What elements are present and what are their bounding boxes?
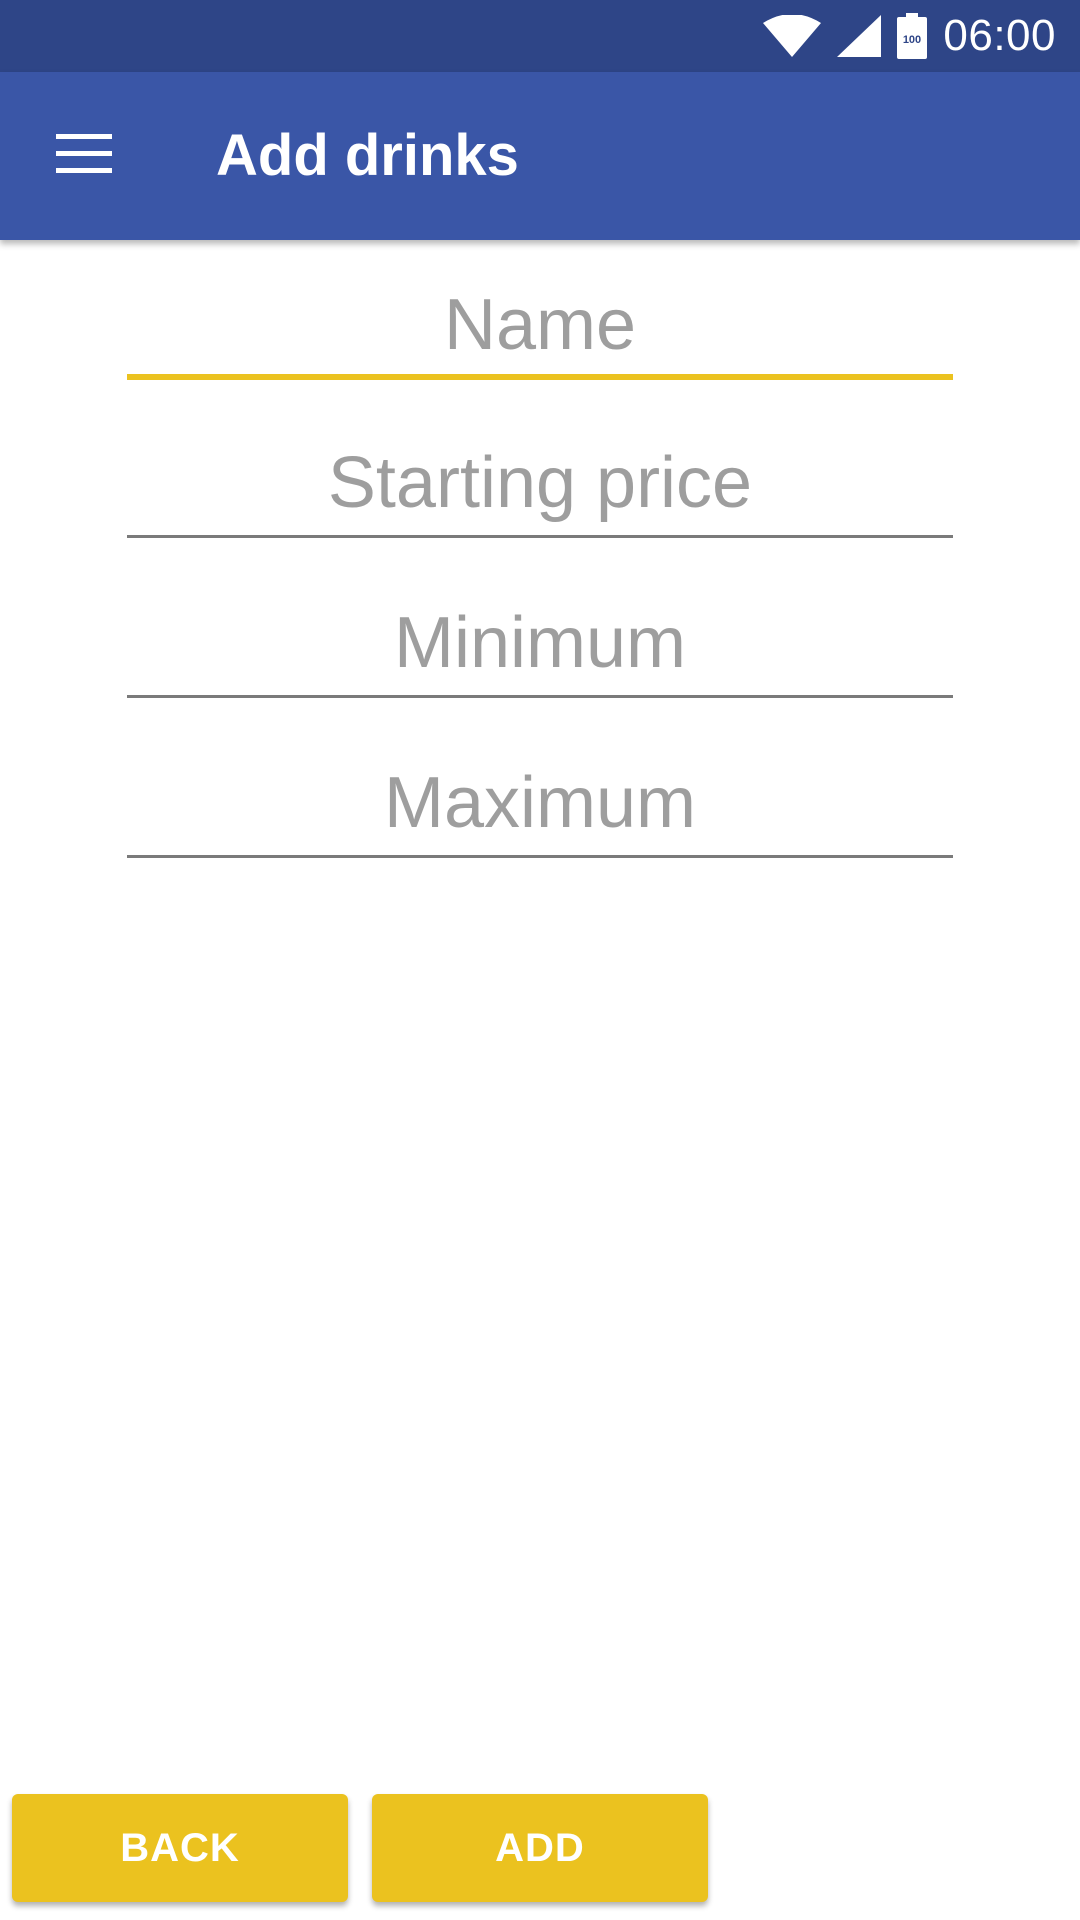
starting-price-input[interactable] (127, 428, 953, 538)
back-button[interactable]: BACK (12, 1794, 348, 1902)
status-icons: 100 06:00 (763, 0, 1056, 72)
name-input[interactable] (127, 270, 953, 380)
name-field (127, 270, 953, 380)
battery-level-text: 100 (903, 34, 921, 46)
status-time: 06:00 (943, 11, 1056, 60)
page-title: Add drinks (216, 123, 519, 188)
wifi-icon (763, 15, 822, 57)
cellular-signal-icon (837, 15, 882, 57)
minimum-underline (127, 695, 953, 698)
starting-price-field (127, 428, 953, 538)
add-button[interactable]: ADD (372, 1794, 708, 1902)
minimum-field (127, 588, 953, 698)
name-underline (127, 374, 953, 380)
maximum-field (127, 748, 953, 858)
minimum-input[interactable] (127, 588, 953, 698)
battery-icon: 100 (897, 13, 928, 59)
maximum-input[interactable] (127, 748, 953, 858)
starting-price-underline (127, 535, 953, 538)
add-drinks-screen: 100 06:00 Add drinks Name Starting price… (0, 0, 1080, 1920)
app-bar: Add drinks (0, 72, 1080, 240)
status-bar: 100 06:00 (0, 0, 1080, 72)
menu-button[interactable] (28, 106, 140, 206)
hamburger-menu-icon (56, 133, 112, 179)
maximum-underline (127, 855, 953, 858)
